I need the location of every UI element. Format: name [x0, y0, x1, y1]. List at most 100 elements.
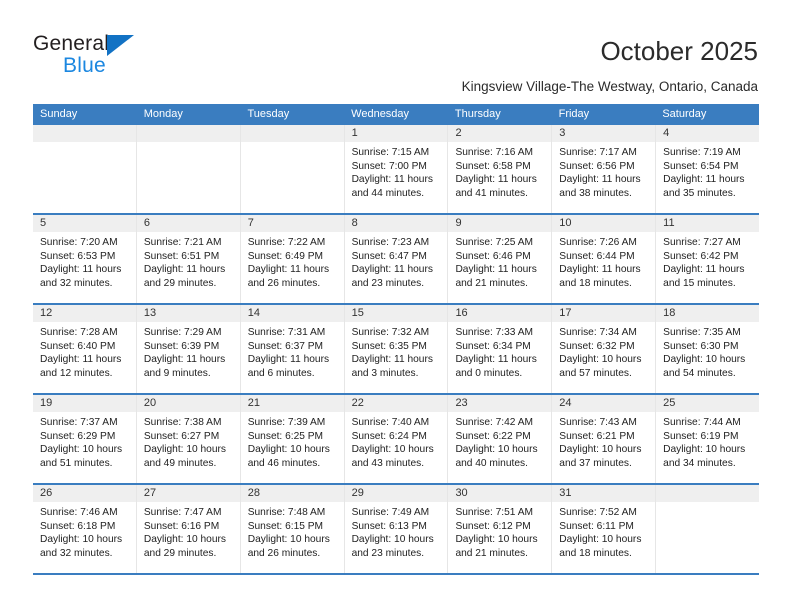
day-number: 12 — [40, 307, 53, 319]
day-sun-info: Sunrise: 7:32 AM Sunset: 6:35 PM Daylight:… — [345, 322, 448, 380]
day-sun-info: Sunrise: 7:16 AM Sunset: 6:58 PM Daylight:… — [448, 142, 551, 200]
calendar-day-cell[interactable]: 7 Sunrise: 7:22 AM Sunset: 6:49 PM Daylight… — [240, 215, 345, 303]
daylight-text: Daylight: 10 hours and 23 minutes. — [351, 534, 434, 559]
sunset-text: Sunset: 6:51 PM — [143, 250, 220, 262]
day-number-band: 30 — [448, 485, 552, 502]
sunset-text: Sunset: 7:00 PM — [351, 160, 427, 172]
weekday-header-wednesday: Wednesday — [351, 108, 410, 120]
page-subtitle: Kingsview Village-The Westway, Ontario, … — [461, 79, 758, 94]
calendar-day-cell[interactable]: 3 Sunrise: 7:17 AM Sunset: 6:56 PM Daylight… — [552, 125, 657, 213]
calendar-day-cell[interactable]: 28 Sunrise: 7:48 AM Sunset: 6:15 PM Dayligh… — [240, 485, 345, 573]
day-sun-info: Sunrise: 7:25 AM Sunset: 6:46 PM Daylight:… — [448, 232, 551, 290]
day-number: 15 — [351, 307, 364, 319]
sunset-text: Sunset: 6:58 PM — [455, 160, 531, 172]
calendar-day-cell[interactable]: 12 Sunrise: 7:28 AM Sunset: 6:40 PM Dayligh… — [33, 305, 137, 393]
day-number-band: 3 — [552, 125, 656, 142]
calendar-page: General Blue October 2025 Kingsview Vill… — [0, 0, 792, 612]
daylight-text: Daylight: 11 hours and 26 minutes. — [247, 264, 330, 289]
calendar-day-cell[interactable]: 29 Sunrise: 7:49 AM Sunset: 6:13 PM Dayligh… — [344, 485, 449, 573]
sunrise-text: Sunrise: 7:35 AM — [663, 327, 741, 338]
calendar-day-cell[interactable]: 30 Sunrise: 7:51 AM Sunset: 6:12 PM Dayligh… — [448, 485, 553, 573]
calendar-day-cell[interactable]: 13 Sunrise: 7:29 AM Sunset: 6:39 PM Dayligh… — [136, 305, 241, 393]
page-header: General Blue October 2025 Kingsview Vill… — [0, 0, 792, 100]
sunset-text: Sunset: 6:46 PM — [455, 250, 531, 262]
calendar-day-cell[interactable]: 25 Sunrise: 7:44 AM Sunset: 6:19 PM Dayligh… — [656, 395, 760, 483]
calendar-day-cell[interactable]: 8 Sunrise: 7:23 AM Sunset: 6:47 PM Daylight… — [344, 215, 449, 303]
calendar-day-cell[interactable]: 31 Sunrise: 7:52 AM Sunset: 6:11 PM Dayligh… — [552, 485, 657, 573]
daylight-text: Daylight: 10 hours and 49 minutes. — [143, 444, 226, 469]
calendar-day-cell[interactable]: 10 Sunrise: 7:26 AM Sunset: 6:44 PM Dayligh… — [552, 215, 657, 303]
sunrise-text: Sunrise: 7:21 AM — [143, 237, 222, 248]
page-title: October 2025 — [600, 36, 758, 66]
calendar-day-cell[interactable]: 26 Sunrise: 7:46 AM Sunset: 6:18 PM Dayligh… — [33, 485, 137, 573]
sunrise-text: Sunrise: 7:28 AM — [40, 327, 118, 338]
sunrise-text: Sunrise: 7:31 AM — [247, 327, 326, 338]
sunrise-text: Sunrise: 7:15 AM — [351, 147, 430, 158]
calendar-day-cell[interactable]: 16 Sunrise: 7:33 AM Sunset: 6:34 PM Dayligh… — [448, 305, 553, 393]
sunset-text: Sunset: 6:22 PM — [455, 430, 531, 442]
day-sun-info: Sunrise: 7:49 AM Sunset: 6:13 PM Daylight:… — [345, 502, 448, 560]
day-number-band: 18 — [656, 305, 760, 322]
calendar-day-cell[interactable]: 1 Sunrise: 7:15 AM Sunset: 7:00 PM Daylight… — [344, 125, 449, 213]
day-number-band: 11 — [656, 215, 760, 232]
calendar-day-cell[interactable]: 18 Sunrise: 7:35 AM Sunset: 6:30 PM Dayligh… — [656, 305, 760, 393]
sunrise-text: Sunrise: 7:48 AM — [247, 507, 326, 518]
day-number-band: 10 — [552, 215, 656, 232]
weekday-header-friday: Friday — [558, 108, 590, 120]
day-sun-info: Sunrise: 7:47 AM Sunset: 6:16 PM Daylight:… — [137, 502, 240, 560]
day-number: 30 — [455, 487, 468, 499]
sunset-text: Sunset: 6:35 PM — [351, 340, 427, 352]
calendar-day-cell[interactable]: 6 Sunrise: 7:21 AM Sunset: 6:51 PM Daylight… — [136, 215, 241, 303]
day-number: 29 — [351, 487, 364, 499]
day-number-band: 5 — [33, 215, 136, 232]
calendar-day-cell[interactable]: 27 Sunrise: 7:47 AM Sunset: 6:16 PM Dayligh… — [136, 485, 241, 573]
sunrise-text: Sunrise: 7:47 AM — [143, 507, 222, 518]
day-sun-info: Sunrise: 7:44 AM Sunset: 6:19 PM Daylight:… — [656, 412, 759, 470]
day-sun-info: Sunrise: 7:51 AM Sunset: 6:12 PM Daylight:… — [448, 502, 551, 560]
calendar-week-row: 1 Sunrise: 7:15 AM Sunset: 7:00 PM Daylight… — [33, 125, 760, 215]
calendar-day-cell[interactable]: 11 Sunrise: 7:27 AM Sunset: 6:42 PM Dayligh… — [656, 215, 760, 303]
calendar-day-cell[interactable]: 23 Sunrise: 7:42 AM Sunset: 6:22 PM Dayligh… — [448, 395, 553, 483]
calendar-day-cell-empty — [656, 485, 760, 573]
daylight-text: Daylight: 10 hours and 26 minutes. — [247, 534, 330, 559]
day-number: 5 — [40, 217, 47, 229]
calendar-day-cell[interactable]: 4 Sunrise: 7:19 AM Sunset: 6:54 PM Daylight… — [656, 125, 760, 213]
day-number-band: 1 — [344, 125, 448, 142]
day-number-band: 20 — [136, 395, 240, 412]
day-number-band: 28 — [240, 485, 344, 502]
weekday-header-tuesday: Tuesday — [247, 108, 290, 120]
day-number-band: 25 — [656, 395, 760, 412]
day-number: 11 — [663, 217, 675, 229]
sunrise-text: Sunrise: 7:44 AM — [663, 417, 741, 428]
logo-text-blue: Blue — [63, 54, 106, 77]
sunset-text: Sunset: 6:13 PM — [351, 520, 427, 532]
calendar-day-cell[interactable]: 9 Sunrise: 7:25 AM Sunset: 6:46 PM Daylight… — [448, 215, 553, 303]
day-number-band: 29 — [344, 485, 448, 502]
day-sun-info: Sunrise: 7:20 AM Sunset: 6:53 PM Daylight:… — [33, 232, 136, 290]
calendar-day-cell[interactable]: 21 Sunrise: 7:39 AM Sunset: 6:25 PM Dayligh… — [240, 395, 345, 483]
day-sun-info: Sunrise: 7:28 AM Sunset: 6:40 PM Daylight:… — [33, 322, 136, 380]
calendar-day-cell[interactable]: 2 Sunrise: 7:16 AM Sunset: 6:58 PM Daylight… — [448, 125, 553, 213]
calendar-day-cell[interactable]: 24 Sunrise: 7:43 AM Sunset: 6:21 PM Dayligh… — [552, 395, 657, 483]
day-number-band: 21 — [240, 395, 344, 412]
day-number-band: 7 — [240, 215, 344, 232]
calendar-day-cell[interactable]: 17 Sunrise: 7:34 AM Sunset: 6:32 PM Dayligh… — [552, 305, 657, 393]
calendar-day-cell[interactable]: 22 Sunrise: 7:40 AM Sunset: 6:24 PM Dayligh… — [344, 395, 449, 483]
daylight-text: Daylight: 11 hours and 32 minutes. — [40, 264, 122, 289]
sunrise-text: Sunrise: 7:51 AM — [455, 507, 534, 518]
day-sun-info: Sunrise: 7:22 AM Sunset: 6:49 PM Daylight:… — [241, 232, 344, 290]
day-sun-info: Sunrise: 7:42 AM Sunset: 6:22 PM Daylight:… — [448, 412, 551, 470]
daylight-text: Daylight: 10 hours and 37 minutes. — [559, 444, 642, 469]
sunrise-text: Sunrise: 7:46 AM — [40, 507, 118, 518]
calendar-day-cell[interactable]: 14 Sunrise: 7:31 AM Sunset: 6:37 PM Dayligh… — [240, 305, 345, 393]
day-sun-info: Sunrise: 7:23 AM Sunset: 6:47 PM Daylight:… — [345, 232, 448, 290]
calendar-day-cell[interactable]: 5 Sunrise: 7:20 AM Sunset: 6:53 PM Daylight… — [33, 215, 137, 303]
day-sun-info: Sunrise: 7:33 AM Sunset: 6:34 PM Daylight:… — [448, 322, 551, 380]
sunset-text: Sunset: 6:32 PM — [559, 340, 635, 352]
calendar-day-cell[interactable]: 15 Sunrise: 7:32 AM Sunset: 6:35 PM Dayligh… — [344, 305, 449, 393]
sunset-text: Sunset: 6:15 PM — [247, 520, 324, 532]
sunset-text: Sunset: 6:40 PM — [40, 340, 116, 352]
day-sun-info: Sunrise: 7:43 AM Sunset: 6:21 PM Daylight:… — [552, 412, 655, 470]
calendar-day-cell[interactable]: 19 Sunrise: 7:37 AM Sunset: 6:29 PM Dayligh… — [33, 395, 137, 483]
calendar-day-cell[interactable]: 20 Sunrise: 7:38 AM Sunset: 6:27 PM Dayligh… — [136, 395, 241, 483]
